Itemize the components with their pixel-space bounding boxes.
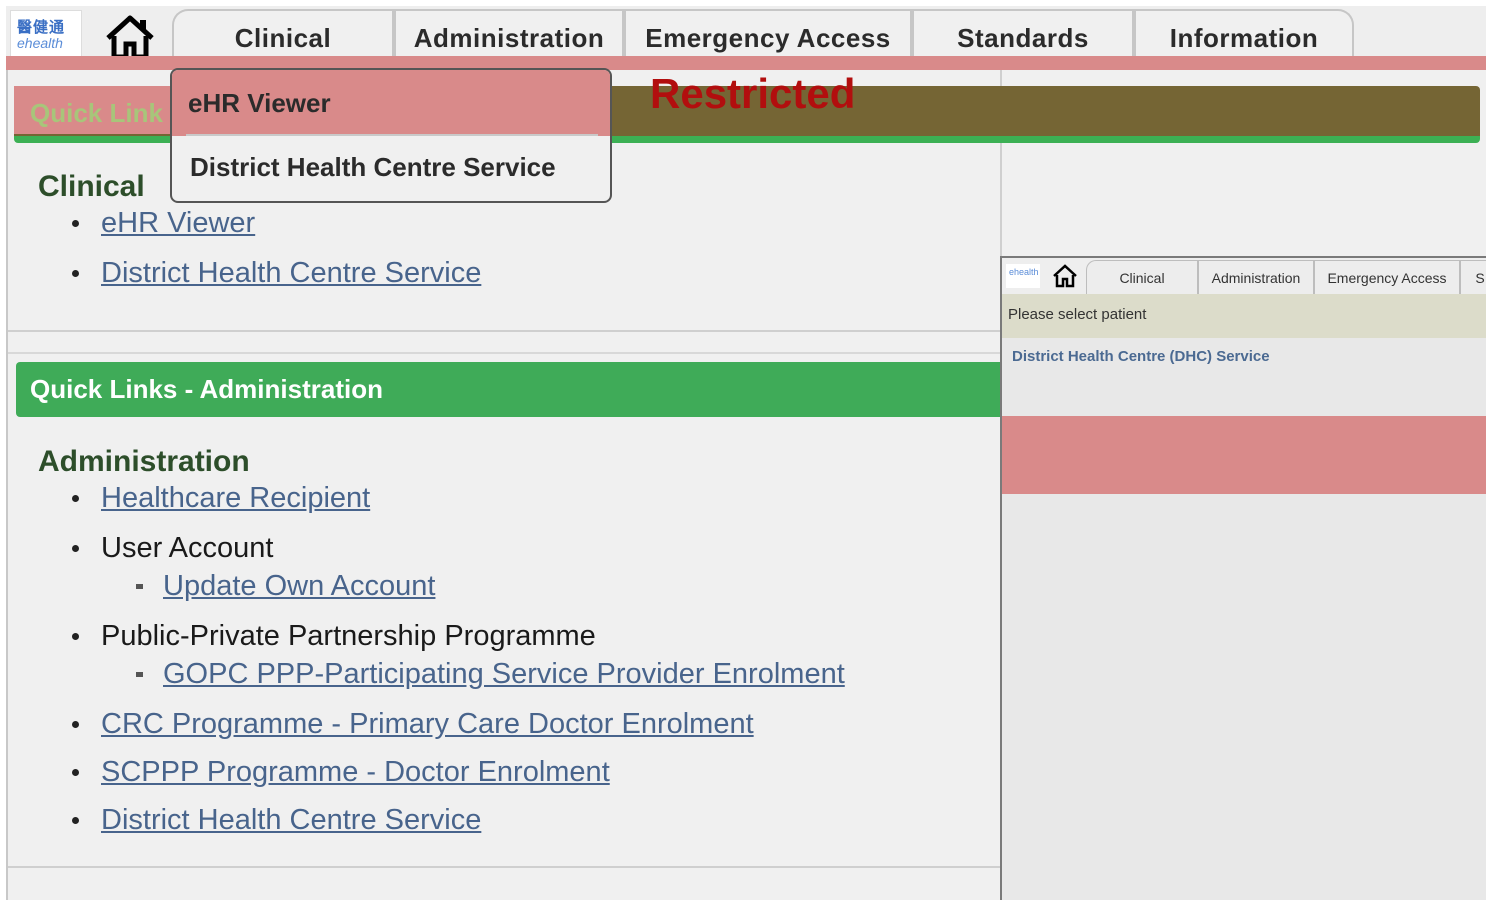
administration-section-title: Administration: [38, 445, 250, 478]
user-account-label: User Account: [101, 532, 274, 564]
scppp-programme-link[interactable]: SCPPP Programme - Doctor Enrolment: [101, 756, 610, 789]
clinical-dropdown-menu: eHR Viewer District Health Centre Servic…: [170, 68, 612, 203]
list-item: Public-Private Partnership Programme: [72, 620, 596, 653]
gopc-ppp-enrolment-link[interactable]: GOPC PPP-Participating Service Provider …: [163, 658, 845, 691]
list-item: User Account: [72, 532, 273, 565]
inset-tab-administration[interactable]: Administration: [1198, 260, 1314, 294]
list-item: CRC Programme - Primary Care Doctor Enro…: [72, 708, 754, 741]
list-item: District Health Centre Service: [72, 257, 481, 290]
list-item: Healthcare Recipient: [72, 482, 370, 515]
inset-patient-prompt: Please select patient: [1002, 294, 1486, 338]
clinical-quick-links-title: Quick Link: [30, 98, 163, 128]
inset-tab-standards[interactable]: S: [1460, 260, 1486, 294]
bullet-icon: [72, 545, 79, 552]
bullet-icon: [72, 817, 79, 824]
ppp-programme-label: Public-Private Partnership Programme: [101, 620, 596, 652]
clinical-section-title: Clinical: [38, 170, 145, 203]
list-item: SCPPP Programme - Doctor Enrolment: [72, 756, 610, 789]
bullet-icon: [72, 220, 79, 227]
sub-list-item: GOPC PPP-Participating Service Provider …: [136, 658, 845, 691]
logo-en-text: ehealth: [17, 35, 63, 51]
bullet-icon: [72, 270, 79, 277]
dropdown-item-dhc-service[interactable]: District Health Centre Service: [172, 152, 610, 183]
admin-dhc-service-link[interactable]: District Health Centre Service: [101, 804, 481, 837]
list-item: eHR Viewer: [72, 207, 255, 240]
inset-dhc-service-link[interactable]: District Health Centre (DHC) Service: [1012, 348, 1270, 365]
inset-tabs: Clinical Administration Emergency Access…: [1086, 260, 1486, 294]
inset-screenshot: ehealth Clinical Administration Emergenc…: [1000, 256, 1486, 900]
sub-bullet-icon: [136, 672, 143, 677]
bullet-icon: [72, 769, 79, 776]
inset-logo-text: ehealth: [1009, 267, 1039, 277]
crc-programme-link[interactable]: CRC Programme - Primary Care Doctor Enro…: [101, 708, 754, 741]
home-icon[interactable]: [104, 14, 156, 60]
dhc-service-link[interactable]: District Health Centre Service: [101, 257, 481, 290]
administration-quick-links-title: Quick Links - Administration: [30, 374, 383, 404]
bullet-icon: [72, 721, 79, 728]
logo-cn-text: 醫健通: [17, 19, 66, 36]
bullet-icon: [72, 495, 79, 502]
sub-list-item: Update Own Account: [136, 570, 435, 603]
sub-bullet-icon: [136, 584, 143, 589]
restricted-label: Restricted: [650, 70, 856, 117]
list-item: District Health Centre Service: [72, 804, 481, 837]
inset-ehealth-logo[interactable]: ehealth: [1006, 264, 1040, 288]
inset-tab-clinical[interactable]: Clinical: [1086, 260, 1198, 294]
ehealth-logo[interactable]: 醫健通 ehealth: [10, 10, 82, 60]
healthcare-recipient-link[interactable]: Healthcare Recipient: [101, 482, 370, 515]
administration-quick-links-header: Quick Links - Administration: [16, 362, 1006, 417]
bullet-icon: [72, 633, 79, 640]
inset-restricted-highlight: [1002, 416, 1486, 494]
update-own-account-link[interactable]: Update Own Account: [163, 570, 435, 603]
administration-quick-links-panel: [8, 352, 1002, 868]
dropdown-item-ehr-viewer[interactable]: eHR Viewer: [172, 70, 610, 136]
inset-home-icon[interactable]: [1052, 264, 1078, 288]
ehr-viewer-link[interactable]: eHR Viewer: [101, 207, 255, 240]
inset-tab-emergency-access[interactable]: Emergency Access: [1314, 260, 1460, 294]
dropdown-divider: [186, 134, 598, 136]
